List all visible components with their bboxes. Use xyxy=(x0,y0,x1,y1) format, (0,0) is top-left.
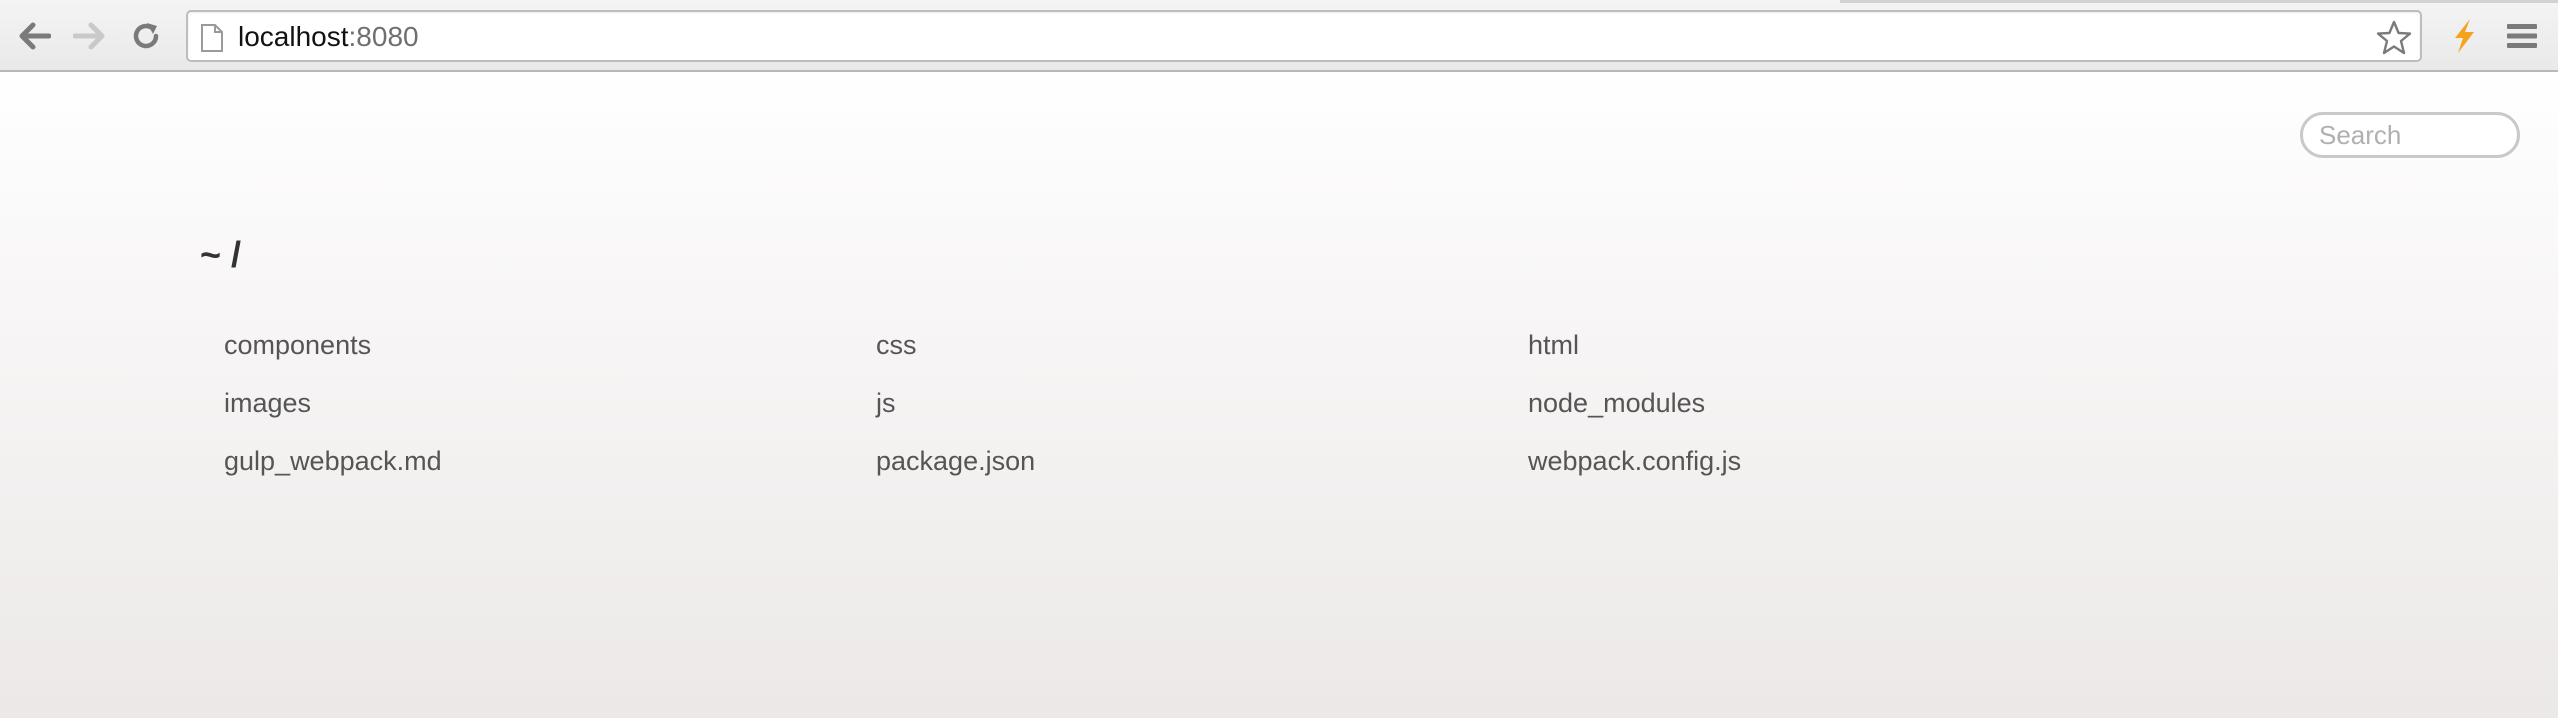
breadcrumb: ~ / xyxy=(200,234,242,275)
forward-button[interactable] xyxy=(68,14,112,58)
file-link-html[interactable]: html xyxy=(1528,330,1579,360)
url-text[interactable]: localhost:8080 xyxy=(238,21,419,53)
file-link-package-json[interactable]: package.json xyxy=(876,446,1035,476)
back-button[interactable] xyxy=(12,14,56,58)
page-content: ~ / components css html images js node_m… xyxy=(0,72,2558,718)
list-item: css xyxy=(876,316,1528,374)
list-item: gulp_webpack.md xyxy=(224,432,876,490)
file-link-gulp-webpack-md[interactable]: gulp_webpack.md xyxy=(224,446,442,476)
address-bar[interactable]: localhost:8080 xyxy=(186,10,2422,62)
file-link-webpack-config-js[interactable]: webpack.config.js xyxy=(1528,446,1741,476)
browser-toolbar: localhost:8080 xyxy=(0,0,2558,72)
bookmark-button[interactable] xyxy=(2374,18,2414,58)
file-link-images[interactable]: images xyxy=(224,388,311,418)
reload-icon xyxy=(133,23,159,49)
file-link-node-modules[interactable]: node_modules xyxy=(1528,388,1705,418)
url-host: localhost xyxy=(238,21,349,52)
file-link-css[interactable]: css xyxy=(876,330,917,360)
search-input[interactable] xyxy=(2300,112,2520,158)
list-item: components xyxy=(224,316,876,374)
extension-button[interactable] xyxy=(2442,14,2486,58)
arrow-right-icon xyxy=(73,22,105,50)
hamburger-menu-icon xyxy=(2507,24,2537,48)
reload-button[interactable] xyxy=(124,14,168,58)
list-item: js xyxy=(876,374,1528,432)
list-item: webpack.config.js xyxy=(1528,432,2180,490)
file-link-components[interactable]: components xyxy=(224,330,371,360)
url-port: :8080 xyxy=(348,21,419,52)
tab-strip-edge xyxy=(1840,0,2558,3)
browser-menu-button[interactable] xyxy=(2500,14,2544,58)
star-outline-icon xyxy=(2376,20,2412,55)
list-item: node_modules xyxy=(1528,374,2180,432)
arrow-left-icon xyxy=(19,22,51,50)
list-item: images xyxy=(224,374,876,432)
document-icon xyxy=(201,24,223,52)
file-list: components css html images js node_modul… xyxy=(224,316,2184,490)
lightning-bolt-icon xyxy=(2455,19,2474,53)
file-link-js[interactable]: js xyxy=(876,388,896,418)
list-item: package.json xyxy=(876,432,1528,490)
list-item: html xyxy=(1528,316,2180,374)
